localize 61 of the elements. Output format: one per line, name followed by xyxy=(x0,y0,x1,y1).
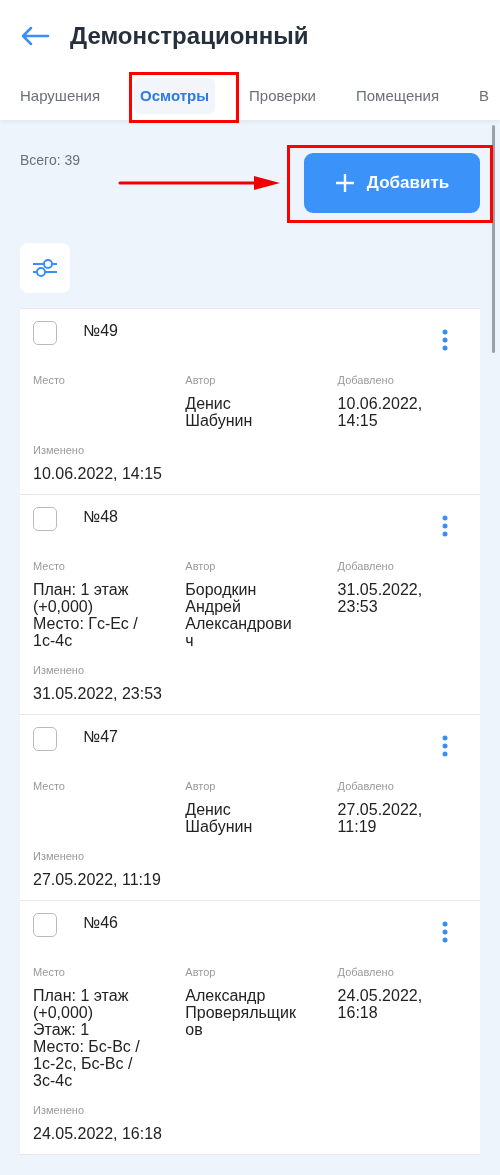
field-label: Автор xyxy=(185,559,217,573)
field-label: Добавлено xyxy=(337,965,395,979)
more-icon[interactable] xyxy=(442,921,448,943)
field-value: 31.05.2022, 23:53 xyxy=(337,581,424,615)
tab[interactable]: Осмотры xyxy=(134,78,216,114)
field-label: Изменено xyxy=(33,663,85,677)
filter-sliders-icon xyxy=(32,256,58,280)
tab[interactable]: Нарушения xyxy=(14,78,106,114)
more-icon[interactable] xyxy=(442,515,448,537)
field-value: Место: Гс-Ес / 1с-4с xyxy=(33,615,139,649)
field-label: Место xyxy=(33,559,66,573)
field-label: Изменено xyxy=(33,849,85,863)
inspection-card[interactable]: №49 Место Автор Денис Шабунин Добавлено 10.06.2022, 14:15 Изменено 10.06.2022, 14:15 xyxy=(20,309,480,495)
page-title: Демонстрационный xyxy=(70,21,309,51)
field-label: Автор xyxy=(185,373,217,387)
field-label: Автор xyxy=(185,965,217,979)
inspection-number: №47 xyxy=(83,727,118,747)
total-count: Всего: 39 xyxy=(20,151,81,170)
inspection-number: №49 xyxy=(83,321,118,341)
field-label: Добавлено xyxy=(337,559,395,573)
checkbox[interactable] xyxy=(33,321,57,345)
field-value: 10.06.2022, 14:15 xyxy=(337,395,424,429)
checkbox[interactable] xyxy=(33,507,57,531)
field-label: Изменено xyxy=(33,443,85,457)
field-value: Бородкин Андрей Александрович xyxy=(185,581,293,649)
tab[interactable]: Помещения xyxy=(349,78,446,114)
inspection-number: №48 xyxy=(83,507,118,527)
field-value: Александр Проверяльщиков xyxy=(185,987,297,1038)
inspection-number: №46 xyxy=(83,913,118,933)
field-value: 24.05.2022, 16:18 xyxy=(33,1125,163,1142)
field-value: 10.06.2022, 14:15 xyxy=(33,465,163,482)
more-icon[interactable] xyxy=(442,329,448,351)
back-arrow-icon[interactable] xyxy=(20,26,50,46)
field-value: Денис Шабунин xyxy=(185,395,254,429)
inspection-card[interactable]: №47 Место Автор Денис Шабунин Добавлено 27.05.2022, 11:19 Изменено 27.05.2022, 11:19 xyxy=(20,715,480,901)
inspection-card[interactable]: №46 Место План: 1 этаж (+0,000) Этаж: 1 Место: Бс-Вс / 1с-2с, Бс-Вс / 3с-4с Автор Александр Проверяльщиков Добавлено 24.05.2022, 16:18 Изменено 24.05.2022, 16:18 xyxy=(20,901,480,1155)
field-value: Место: Бс-Вс / 1с-2с, Бс-Вс / 3с-4с xyxy=(33,1038,141,1089)
field-value: Денис Шабунин xyxy=(185,801,254,835)
field-label: Место xyxy=(33,373,66,387)
field-label: Изменено xyxy=(33,1103,85,1117)
field-value: План: 1 этаж (+0,000) xyxy=(33,987,130,1021)
tab[interactable]: В xyxy=(473,78,496,114)
field-value: 31.05.2022, 23:53 xyxy=(33,685,163,702)
filter-button[interactable] xyxy=(20,243,70,293)
plus-icon xyxy=(334,173,355,193)
field-value: 24.05.2022, 16:18 xyxy=(337,987,424,1021)
add-button[interactable]: Добавить xyxy=(304,153,480,213)
checkbox[interactable] xyxy=(33,913,57,937)
field-label: Место xyxy=(33,779,66,793)
field-label: Добавлено xyxy=(337,779,395,793)
inspection-card[interactable]: №48 Место План: 1 этаж (+0,000) Место: Гс-Ес / 1с-4с Автор Бородкин Андрей Александрович Добавлено 31.05.2022, 23:53 Изменено 31.05.2022, 23:53 xyxy=(20,495,480,715)
field-value: 27.05.2022, 11:19 xyxy=(337,801,424,835)
field-value: План: 1 этаж (+0,000) xyxy=(33,581,130,615)
field-label: Автор xyxy=(185,779,217,793)
field-label: Место xyxy=(33,965,66,979)
checkbox[interactable] xyxy=(33,727,57,751)
field-label: Добавлено xyxy=(337,373,395,387)
field-value: 27.05.2022, 11:19 xyxy=(33,871,162,888)
more-icon[interactable] xyxy=(442,735,448,757)
field-value: Этаж: 1 xyxy=(33,1021,91,1038)
tab[interactable]: Проверки xyxy=(243,78,322,114)
